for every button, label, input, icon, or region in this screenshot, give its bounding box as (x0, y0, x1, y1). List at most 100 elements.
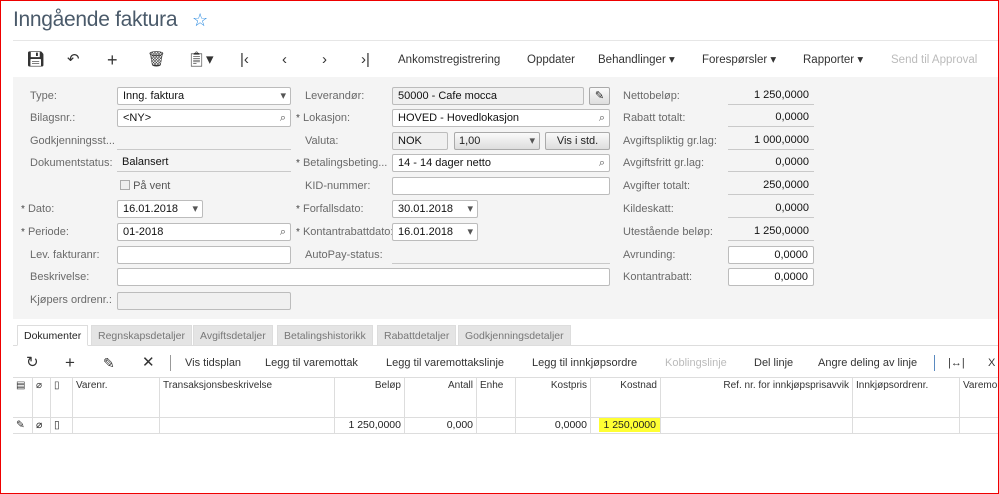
vis-std-button[interactable]: Vis i std. (545, 132, 610, 150)
cell-beskr[interactable] (160, 418, 335, 434)
kontdato-input[interactable]: 16.01.2018 ▾ (392, 223, 478, 241)
col-kostpris[interactable]: Kostpris (516, 378, 591, 418)
refresh-icon[interactable]: ↻ (26, 354, 39, 372)
lok-input[interactable]: HOVED - Hovedlokasjon ⌕ (392, 109, 610, 127)
periode-label: * Periode: (21, 226, 69, 238)
cell-varenr[interactable] (73, 418, 160, 434)
search-icon[interactable]: ⌕ (599, 155, 605, 171)
favorite-star-icon[interactable]: ☆ (192, 10, 208, 31)
cell-enhet[interactable] (477, 418, 516, 434)
next-icon[interactable]: › (322, 50, 327, 70)
cell-kostnad[interactable]: 1 250,0000 (591, 418, 661, 434)
cell-antall[interactable]: 0,000 (405, 418, 477, 434)
fit-width-icon[interactable]: |↔| (948, 354, 965, 372)
forfall-input[interactable]: 30.01.2018 ▾ (392, 200, 478, 218)
kurs-value: 1,00 (459, 135, 481, 147)
angre-deling-button[interactable]: Angre deling av linje (818, 354, 917, 372)
dato-input[interactable]: 16.01.2018 ▾ (117, 200, 203, 218)
tab-regnskapsdetaljer[interactable]: Regnskapsdetaljer (91, 325, 192, 346)
row-attachment-icon[interactable]: ⌀ (33, 418, 51, 434)
status-label: Dokumentstatus: (30, 157, 113, 169)
valuta-label: Valuta: (305, 135, 339, 147)
del-linje-button[interactable]: Del linje (754, 354, 793, 372)
edit-pencil-icon[interactable]: ✎ (589, 87, 610, 105)
col-transaksjonsbeskrivelse[interactable]: Transaksjonsbeskrivelse (160, 378, 335, 418)
undo-icon[interactable]: ↶ (67, 50, 80, 70)
col-antall[interactable]: Antall (405, 378, 477, 418)
behandlinger-label: Behandlinger (598, 54, 666, 66)
kurs-select[interactable]: 1,00 ▾ (454, 132, 540, 150)
tab-rabattdetaljer[interactable]: Rabattdetaljer (377, 325, 457, 346)
total-input[interactable]: 0,0000 (728, 246, 814, 264)
col-varemottak[interactable]: Varemo (960, 378, 999, 418)
legg-innkjop-button[interactable]: Legg til innkjøpsordre (532, 354, 637, 372)
foresporsler-menu[interactable]: Forespørsler ▾ (702, 50, 776, 70)
total-value: 1 000,0000 (728, 132, 814, 150)
periode-input[interactable]: 01-2018 ⌕ (117, 223, 291, 241)
add-icon[interactable]: + (107, 50, 118, 70)
betal-label: * Betalingsbeting... (296, 157, 388, 169)
kontdato-label: * Kontantrabattdato: (296, 226, 394, 238)
betal-input[interactable]: 14 - 14 dager netto ⌕ (392, 154, 610, 172)
kid-input[interactable] (392, 177, 610, 195)
search-icon[interactable]: ⌕ (599, 110, 605, 126)
divider (13, 40, 999, 41)
tab-betalingshistorikk[interactable]: Betalingshistorikk (277, 325, 373, 346)
kid-label: KID-nummer: (305, 180, 371, 192)
cell-innkjop[interactable] (853, 418, 960, 434)
last-icon[interactable]: ›| (361, 50, 370, 70)
clipboard-icon[interactable]: 📋︎▾ (187, 50, 214, 70)
bilag-input[interactable]: <NY> ⌕ (117, 109, 291, 127)
export-excel-icon[interactable]: X (988, 354, 995, 372)
legg-varemottak-button[interactable]: Legg til varemottak (265, 354, 358, 372)
search-icon[interactable]: ⌕ (280, 110, 286, 126)
bilag-label: Bilagsnr.: (30, 112, 76, 124)
col-ref[interactable]: Ref. nr. for innkjøpsprisavvik (661, 378, 853, 418)
prev-icon[interactable]: ‹ (282, 50, 287, 70)
save-icon[interactable]: 💾︎ (26, 50, 45, 70)
status-value: Balansert (117, 154, 291, 172)
col-enhet[interactable]: Enhe (477, 378, 516, 418)
cell-ref[interactable] (661, 418, 853, 434)
oppdater-button[interactable]: Oppdater (527, 50, 575, 70)
pavent-checkbox[interactable]: På vent (120, 178, 170, 195)
cell-varemo[interactable] (960, 418, 999, 434)
betal-label-text: Betalingsbeting... (302, 157, 388, 169)
total-label: Kontantrabatt: (623, 271, 693, 283)
cell-belop[interactable]: 1 250,0000 (335, 418, 405, 434)
cell-kostpris[interactable]: 0,0000 (516, 418, 591, 434)
tab-dokumenter[interactable]: Dokumenter (17, 325, 89, 346)
delete-icon[interactable]: 🗑︎ (147, 50, 166, 70)
edit-icon[interactable]: ✎ (103, 354, 115, 372)
chevron-down-icon: ▾ (529, 135, 535, 147)
delete-row-icon[interactable]: ✕ (142, 354, 155, 372)
beskr-input[interactable] (117, 268, 610, 286)
add-row-icon[interactable]: + (65, 354, 75, 372)
first-icon[interactable]: |‹ (240, 50, 249, 70)
ankomst-button[interactable]: Ankomstregistrering (398, 50, 500, 70)
forfall-value: 30.01.2018 (398, 203, 454, 215)
lev-input: 50000 - Cafe mocca (392, 87, 584, 105)
tab-avgiftsdetaljer[interactable]: Avgiftsdetaljer (193, 325, 273, 346)
vis-tidsplan-button[interactable]: Vis tidsplan (185, 354, 241, 372)
kontdato-label-text: Kontantrabattdato: (302, 226, 394, 238)
row-edit-icon[interactable]: ✎ (13, 418, 33, 434)
total-input[interactable]: 0,0000 (728, 268, 814, 286)
search-icon[interactable]: ⌕ (280, 224, 286, 240)
rapporter-menu[interactable]: Rapporter ▾ (803, 50, 863, 70)
col-kostnad[interactable]: Kostnad (591, 378, 661, 418)
foresporsler-label: Forespørsler (702, 54, 768, 66)
row-note-icon[interactable]: ▯ (51, 418, 73, 434)
col-innkjopsordrenr[interactable]: Innkjøpsordrenr. (853, 378, 960, 418)
tab-godkjenningsdetaljer[interactable]: Godkjenningsdetaljer (458, 325, 571, 346)
col-belop[interactable]: Beløp (335, 378, 405, 418)
col-varenr[interactable]: Varenr. (73, 378, 160, 418)
type-select[interactable]: Inng. faktura ▾ (117, 87, 291, 105)
checkbox-icon[interactable] (120, 180, 130, 190)
dato-label: * Dato: (21, 203, 55, 215)
grid-settings-icon[interactable]: ▤ (13, 378, 33, 418)
behandlinger-menu[interactable]: Behandlinger ▾ (598, 50, 675, 70)
valuta-input: NOK (392, 132, 448, 150)
legg-varemottakslinje-button[interactable]: Legg til varemottakslinje (386, 354, 504, 372)
levfakt-input[interactable] (117, 246, 291, 264)
